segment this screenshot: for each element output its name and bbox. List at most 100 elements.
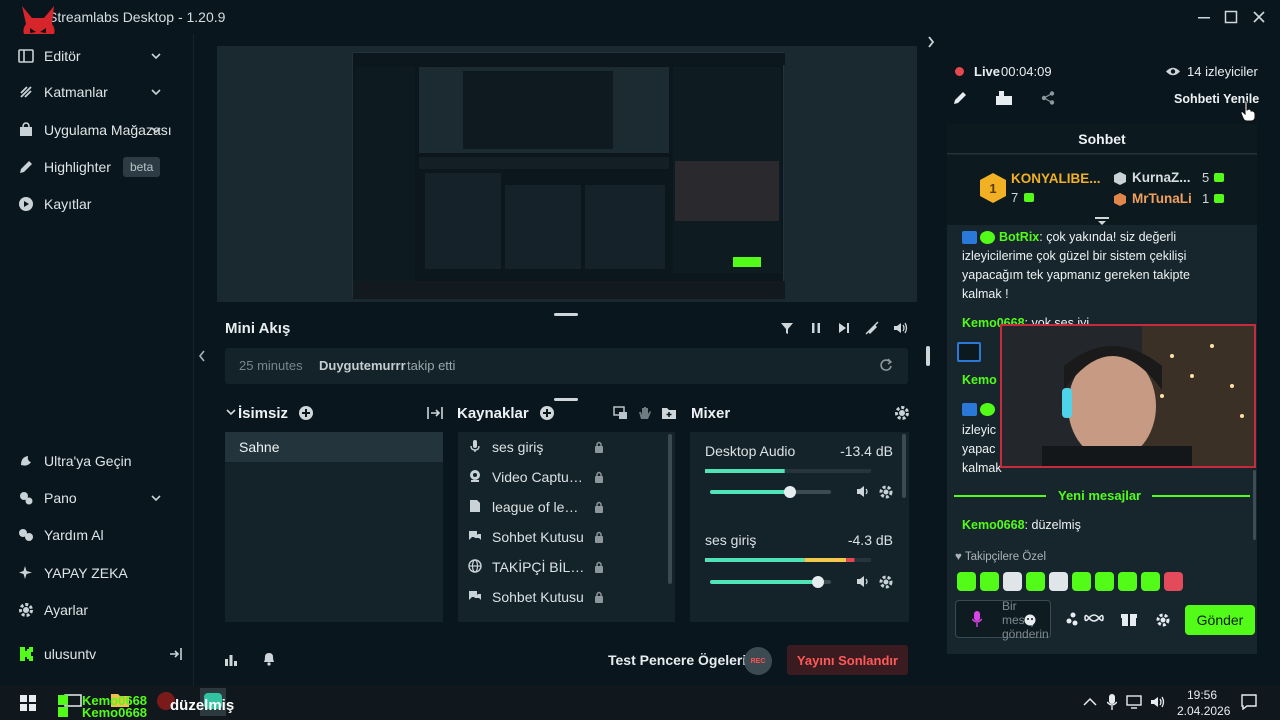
filter-icon[interactable] — [780, 321, 794, 335]
sidebar-item-highlighter[interactable]: Highlighter beta — [18, 155, 161, 179]
chevron-down-icon[interactable] — [226, 407, 236, 417]
scrollbar[interactable] — [1253, 470, 1256, 540]
sidebar-item-dashboard[interactable]: Pano — [18, 486, 178, 510]
source-item[interactable]: Video Capture Device — [458, 462, 663, 492]
volume-slider[interactable] — [710, 576, 831, 588]
gear-icon[interactable] — [879, 575, 893, 589]
end-stream-button[interactable]: Yayını Sonlandır — [787, 645, 908, 675]
lock-icon[interactable] — [594, 561, 604, 573]
repeat-icon[interactable] — [879, 358, 893, 372]
chat-username[interactable]: BotRix — [999, 230, 1039, 244]
logout-icon[interactable] — [169, 647, 183, 661]
close-icon[interactable] — [1250, 8, 1268, 26]
volume-slider[interactable] — [710, 486, 831, 498]
emote-icon[interactable] — [1003, 572, 1022, 591]
leader-name[interactable]: KONYALIBE... — [1011, 171, 1101, 186]
source-group-icon[interactable] — [613, 406, 629, 420]
mod-tools-icon[interactable] — [995, 90, 1013, 106]
source-item[interactable]: league of legends — [458, 492, 663, 522]
test-widgets-button[interactable]: Test Pencere Ögeleri — [608, 652, 746, 668]
gear-icon[interactable] — [879, 485, 893, 499]
gift-icon[interactable] — [1121, 612, 1137, 627]
volume-icon[interactable] — [856, 575, 871, 588]
source-item[interactable]: Sohbet Kutusu — [458, 522, 663, 552]
minimize-icon[interactable] — [1195, 8, 1213, 26]
source-item[interactable]: ses giriş — [458, 432, 663, 462]
chevron-up-icon[interactable] — [1083, 697, 1097, 707]
sidebar-item-help[interactable]: Yardım Al — [18, 523, 104, 547]
maximize-icon[interactable] — [1222, 8, 1240, 26]
scene-collection-title[interactable]: İsimsiz — [238, 405, 288, 422]
sidebar-account[interactable]: ulusuntv — [18, 642, 183, 666]
sidebar-item-ai[interactable]: YAPAY ZEKA — [18, 561, 128, 585]
sidebar-item-settings[interactable]: Ayarlar — [18, 598, 88, 622]
mute-alert-icon[interactable] — [865, 321, 879, 335]
lock-icon[interactable] — [594, 441, 604, 453]
volume-icon[interactable] — [893, 321, 909, 335]
scrollbar[interactable] — [926, 346, 930, 366]
notifications-icon[interactable] — [1241, 694, 1257, 710]
emote-icon[interactable] — [1164, 572, 1183, 591]
share-icon[interactable] — [1041, 91, 1055, 105]
collapse-icon[interactable] — [1095, 217, 1109, 225]
chat-username[interactable]: Kemo0668 — [962, 518, 1025, 532]
pause-icon[interactable] — [809, 321, 823, 335]
chevron-right-icon[interactable] — [926, 36, 936, 48]
feed-event-row[interactable]: 25 minutes Duygutemurrr takip etti — [225, 348, 908, 384]
chat-input[interactable]: Bir mesaj gönderin — [955, 599, 1051, 641]
source-item[interactable]: Sohbet Kutusu — [458, 582, 663, 612]
chevron-left-icon[interactable] — [198, 350, 206, 362]
sidebar-item-editor[interactable]: Editör — [18, 44, 178, 68]
emote-icon[interactable] — [1095, 572, 1114, 591]
windows-start-icon[interactable] — [20, 695, 36, 711]
mic-icon[interactable] — [972, 611, 982, 627]
performance-icon[interactable] — [224, 652, 238, 666]
scrollbar[interactable] — [902, 434, 906, 498]
emote-icon[interactable] — [1118, 572, 1137, 591]
scrollbar[interactable] — [668, 434, 672, 584]
speaker-icon[interactable] — [1150, 695, 1166, 709]
leader-name[interactable]: MrTunaLi — [1132, 191, 1192, 206]
notification-bell-icon[interactable] — [262, 651, 276, 666]
gear-icon[interactable] — [894, 405, 910, 421]
emote-icon[interactable] — [1141, 572, 1160, 591]
scene-item[interactable]: Sahne — [225, 432, 443, 462]
add-source-icon[interactable] — [539, 405, 555, 421]
new-messages-divider[interactable]: Yeni mesajlar — [954, 488, 1250, 504]
emoji-icon[interactable] — [1024, 614, 1036, 626]
add-scene-icon[interactable] — [298, 405, 314, 421]
sidebar-item-app-store[interactable]: Uygulama Mağazası — [18, 118, 178, 142]
points-icon[interactable] — [1066, 612, 1078, 626]
emote-icon[interactable] — [1026, 572, 1045, 591]
volume-icon[interactable] — [856, 485, 871, 498]
send-button[interactable]: Gönder — [1185, 605, 1255, 635]
clock-time[interactable]: 19:56 — [1187, 688, 1217, 702]
resize-handle[interactable] — [554, 313, 578, 316]
emote-icon[interactable] — [957, 572, 976, 591]
record-button[interactable]: REC — [744, 647, 772, 675]
emote-icon[interactable] — [1049, 572, 1068, 591]
lock-icon[interactable] — [594, 501, 604, 513]
folder-icon[interactable] — [661, 406, 677, 420]
volume-knob[interactable] — [811, 576, 824, 588]
source-item[interactable]: TAKİPÇİ BİLDİRİMİ — [458, 552, 663, 582]
lock-icon[interactable] — [594, 471, 604, 483]
skip-icon[interactable] — [837, 321, 851, 335]
scene-transitions-icon[interactable] — [427, 406, 443, 420]
edit-stream-icon[interactable] — [952, 90, 968, 106]
mic-icon[interactable] — [1107, 694, 1117, 710]
network-icon[interactable] — [1126, 695, 1144, 709]
chat-settings-icon[interactable] — [1156, 613, 1170, 627]
sidebar-item-layers[interactable]: Katmanlar — [18, 80, 178, 104]
leader-name[interactable]: KurnaZ... — [1132, 170, 1191, 185]
lock-icon[interactable] — [594, 531, 604, 543]
sidebar-item-recordings[interactable]: Kayıtlar — [18, 192, 91, 216]
emote-icon[interactable] — [980, 572, 999, 591]
emote-icon[interactable] — [1072, 572, 1091, 591]
hand-icon[interactable] — [637, 406, 653, 420]
volume-knob[interactable] — [783, 486, 796, 498]
event-user[interactable]: Duygutemurrr — [319, 358, 406, 373]
sidebar-item-ultra[interactable]: Ultra'ya Geçin — [18, 449, 131, 473]
lock-icon[interactable] — [594, 591, 604, 603]
clock-date[interactable]: 2.04.2026 — [1177, 704, 1230, 718]
